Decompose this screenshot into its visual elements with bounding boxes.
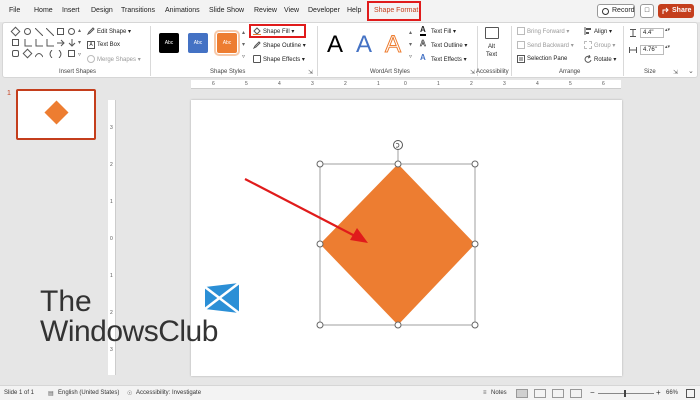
accessibility-status-icon: ☉	[127, 391, 133, 397]
normal-view-icon[interactable]	[516, 389, 528, 398]
hruler-tick: 4	[278, 81, 281, 87]
watermark-text-line2: WindowsClub	[40, 315, 218, 348]
rotate-handle-icon[interactable]	[393, 140, 403, 150]
slide-count-status: Slide 1 of 1	[4, 390, 35, 396]
slideshow-view-icon[interactable]	[570, 389, 582, 398]
hruler-tick: 1	[437, 81, 440, 87]
vruler-tick: 2	[110, 162, 113, 168]
spell-check-icon[interactable]: ▤	[48, 390, 54, 397]
resize-handle-top[interactable]	[394, 160, 402, 168]
hruler-tick: 6	[212, 81, 215, 87]
zoom-in-icon[interactable]: +	[656, 388, 661, 397]
resize-handle-left[interactable]	[316, 240, 324, 248]
hruler-tick: 2	[344, 81, 347, 87]
accessibility-status[interactable]: Accessibility: Investigate	[136, 390, 201, 396]
resize-handle-bottom[interactable]	[394, 321, 402, 329]
language-status[interactable]: English (United States)	[58, 390, 119, 396]
resize-handle-top-right[interactable]	[471, 160, 479, 168]
hruler-tick: 6	[602, 81, 605, 87]
zoom-level[interactable]: 66%	[666, 390, 678, 396]
hruler-tick: 5	[245, 81, 248, 87]
vruler-tick: 3	[110, 125, 113, 131]
hruler-tick: 4	[536, 81, 539, 87]
notes-button[interactable]: Notes	[491, 390, 507, 396]
resize-handle-bottom-right[interactable]	[471, 321, 479, 329]
notes-icon: ≡	[483, 390, 487, 396]
zoom-out-icon[interactable]: −	[590, 388, 595, 397]
watermark-text-line1: The	[40, 285, 92, 318]
hruler-tick: 0	[404, 81, 407, 87]
slide-sorter-icon[interactable]	[534, 389, 546, 398]
vruler-tick: 1	[110, 273, 113, 279]
resize-handle-top-left[interactable]	[316, 160, 324, 168]
vruler-tick: 0	[110, 236, 113, 242]
hruler-tick: 5	[569, 81, 572, 87]
resize-handle-bottom-left[interactable]	[316, 321, 324, 329]
resize-handle-right[interactable]	[471, 240, 479, 248]
hruler-tick: 3	[311, 81, 314, 87]
zoom-slider[interactable]	[598, 393, 654, 394]
hruler-tick: 1	[377, 81, 380, 87]
orange-diamond-shape[interactable]	[320, 164, 475, 325]
hruler-tick: 2	[470, 81, 473, 87]
reading-view-icon[interactable]	[552, 389, 564, 398]
windows-logo-icon	[205, 283, 240, 313]
fit-to-window-icon[interactable]	[686, 389, 695, 398]
red-annotation-arrow	[244, 178, 368, 243]
hruler-tick: 3	[503, 81, 506, 87]
status-bar: Slide 1 of 1 ▤ English (United States) ☉…	[0, 385, 700, 400]
vruler-tick: 1	[110, 199, 113, 205]
zoom-slider-thumb[interactable]	[624, 390, 626, 397]
